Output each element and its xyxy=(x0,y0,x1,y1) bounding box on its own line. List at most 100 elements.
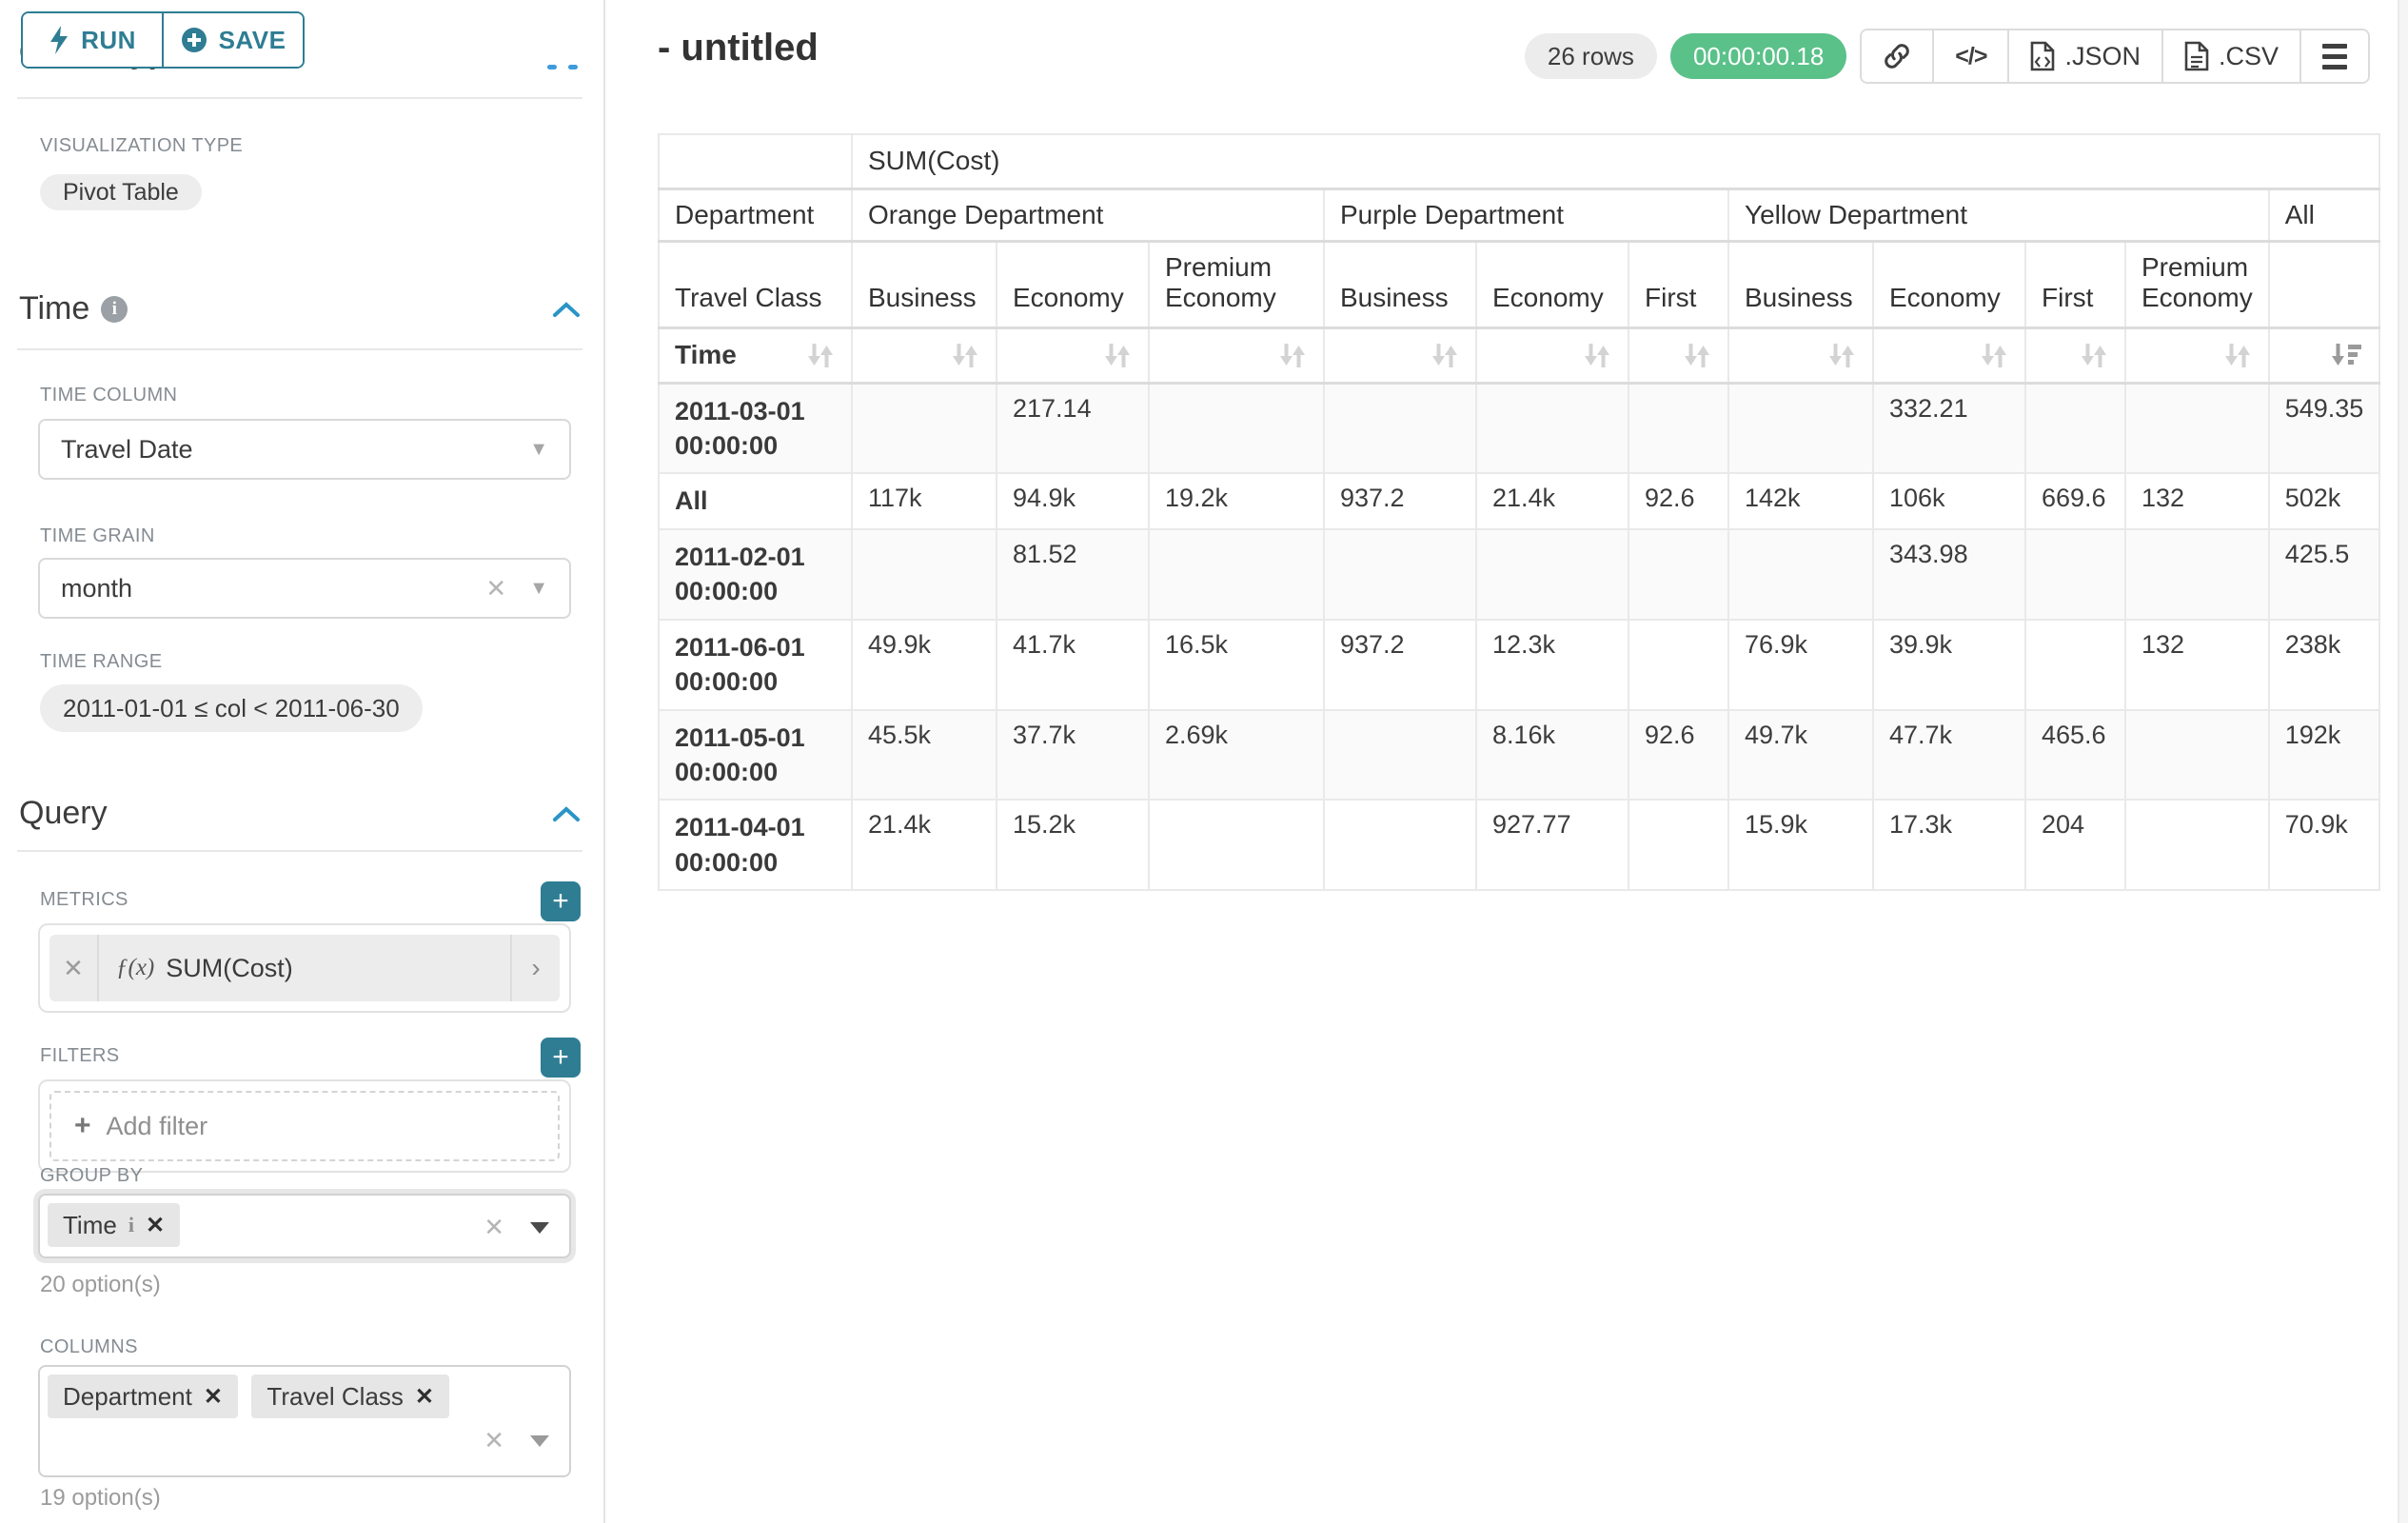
value-cell: 45.5k xyxy=(852,710,997,801)
group-by-field[interactable]: Time i ✕ ✕ xyxy=(38,1194,571,1258)
value-cell xyxy=(2025,529,2125,620)
value-cell: 343.98 xyxy=(1873,529,2025,620)
sort-icon[interactable] xyxy=(1430,343,1460,368)
chevron-up-icon[interactable] xyxy=(552,804,581,823)
sort-header-cell[interactable] xyxy=(997,327,1149,383)
sort-icon[interactable] xyxy=(2222,343,2253,368)
sort-header-cell[interactable] xyxy=(1628,327,1728,383)
chevron-down-icon[interactable] xyxy=(529,1434,550,1448)
json-file-icon xyxy=(2030,41,2055,71)
sort-header-cell[interactable] xyxy=(1324,327,1476,383)
sort-icon[interactable] xyxy=(805,343,836,368)
value-cell xyxy=(2025,620,2125,710)
travel-class-header: Business xyxy=(1728,241,1873,327)
remove-metric-icon[interactable]: ✕ xyxy=(49,935,99,1001)
add-filter-plus-button[interactable]: + xyxy=(541,1038,581,1078)
viz-type-pill[interactable]: Pivot Table xyxy=(40,174,202,210)
value-cell: 47.7k xyxy=(1873,710,2025,801)
sort-header-cell[interactable] xyxy=(2269,327,2380,383)
add-filter-button[interactable]: + Add filter xyxy=(49,1091,560,1161)
value-cell: 15.2k xyxy=(997,800,1149,890)
hamburger-icon xyxy=(2322,44,2347,69)
value-cell: 142k xyxy=(1728,473,1873,528)
value-cell: 502k xyxy=(2269,473,2380,528)
value-cell xyxy=(2025,383,2125,473)
time-range-pill[interactable]: 2011-01-01 ≤ col < 2011-06-30 xyxy=(40,684,423,732)
value-cell: 21.4k xyxy=(852,800,997,890)
sort-header-cell[interactable] xyxy=(852,327,997,383)
remove-tag-icon[interactable]: ✕ xyxy=(204,1383,223,1411)
value-cell xyxy=(2125,710,2269,801)
sort-icon[interactable] xyxy=(1582,343,1612,368)
clear-icon[interactable]: ✕ xyxy=(484,1426,504,1455)
chevron-down-icon[interactable] xyxy=(529,1221,550,1235)
group-by-label: GROUP BY xyxy=(40,1165,143,1187)
drag-handle-dots[interactable] xyxy=(547,65,578,69)
view-query-button[interactable]: </> xyxy=(1932,30,2007,82)
value-cell: 2.69k xyxy=(1149,710,1324,801)
sort-descending-icon[interactable] xyxy=(2331,343,2363,368)
time-column-select[interactable]: Travel Date ▼ xyxy=(38,419,571,480)
value-cell xyxy=(1628,383,1728,473)
value-cell: 192k xyxy=(2269,710,2380,801)
value-cell: 15.9k xyxy=(1728,800,1873,890)
pivot-table-container: SUM(Cost)DepartmentOrange DepartmentPurp… xyxy=(658,133,2380,891)
clear-icon[interactable]: ✕ xyxy=(484,1213,504,1242)
sort-icon[interactable] xyxy=(1102,343,1133,368)
travel-class-header: First xyxy=(2025,241,2125,327)
export-csv-button[interactable]: .CSV xyxy=(2161,30,2299,82)
chevron-down-icon: ▼ xyxy=(529,578,548,600)
vertical-scrollbar[interactable] xyxy=(2398,0,2408,1523)
table-row: All117k94.9k19.2k937.221.4k92.6142k106k6… xyxy=(659,473,2379,528)
add-metric-button[interactable]: + xyxy=(541,881,581,921)
time-grain-label: TIME GRAIN xyxy=(40,525,155,547)
value-cell: 549.35 xyxy=(2269,383,2380,473)
sort-icon[interactable] xyxy=(950,343,980,368)
travel-class-header: Economy xyxy=(1476,241,1628,327)
remove-tag-icon[interactable]: ✕ xyxy=(146,1212,165,1239)
control-panel: Chart Type RUN SAVE VISUALIZATION TYPE P… xyxy=(0,0,605,1523)
chevron-right-icon[interactable]: › xyxy=(510,935,560,1001)
value-cell: 425.5 xyxy=(2269,529,2380,620)
remove-tag-icon[interactable]: ✕ xyxy=(415,1383,434,1411)
time-column-label: TIME COLUMN xyxy=(40,385,177,406)
export-json-button[interactable]: .JSON xyxy=(2007,30,2161,82)
sort-icon[interactable] xyxy=(1979,343,2009,368)
columns-field[interactable]: Department ✕ Travel Class ✕ ✕ xyxy=(38,1365,571,1477)
chevron-up-icon[interactable] xyxy=(552,300,581,319)
tag-label: Time xyxy=(63,1211,117,1240)
time-axis-cell: Time xyxy=(659,327,852,383)
plus-circle-icon xyxy=(181,27,207,53)
sort-header-cell[interactable] xyxy=(1873,327,2025,383)
menu-button[interactable] xyxy=(2299,30,2368,82)
sort-icon[interactable] xyxy=(2079,343,2109,368)
metric-pill[interactable]: ✕ ƒ(x) SUM(Cost) › xyxy=(49,935,560,1001)
chart-title[interactable]: - untitled xyxy=(658,27,819,69)
sort-header-cell[interactable] xyxy=(2125,327,2269,383)
value-cell xyxy=(1728,529,1873,620)
share-link-button[interactable] xyxy=(1862,30,1932,82)
sort-header-cell[interactable] xyxy=(2025,327,2125,383)
value-cell: 12.3k xyxy=(1476,620,1628,710)
travel-class-header: First xyxy=(1628,241,1728,327)
export-csv-label: .CSV xyxy=(2219,42,2279,71)
department-group-header: All xyxy=(2269,188,2380,241)
sort-icon[interactable] xyxy=(1682,343,1712,368)
sort-header-cell[interactable] xyxy=(1728,327,1873,383)
run-button[interactable]: RUN xyxy=(23,13,162,67)
travel-class-header: Premium Economy xyxy=(1149,241,1324,327)
travel-class-header: Economy xyxy=(997,241,1149,327)
sort-icon[interactable] xyxy=(1277,343,1308,368)
clear-icon[interactable]: ✕ xyxy=(485,574,506,603)
metric-header-cell: SUM(Cost) xyxy=(852,134,2379,188)
sort-header-cell[interactable] xyxy=(1149,327,1324,383)
sort-icon[interactable] xyxy=(1826,343,1857,368)
export-button-group: </> .JSON .CSV xyxy=(1860,29,2370,84)
sort-header-cell[interactable] xyxy=(1476,327,1628,383)
value-cell: 41.7k xyxy=(997,620,1149,710)
divider xyxy=(17,348,582,350)
save-button[interactable]: SAVE xyxy=(162,13,303,67)
time-grain-select[interactable]: month ✕ ▼ xyxy=(38,558,571,619)
value-cell xyxy=(1324,800,1476,890)
save-button-label: SAVE xyxy=(219,26,286,55)
